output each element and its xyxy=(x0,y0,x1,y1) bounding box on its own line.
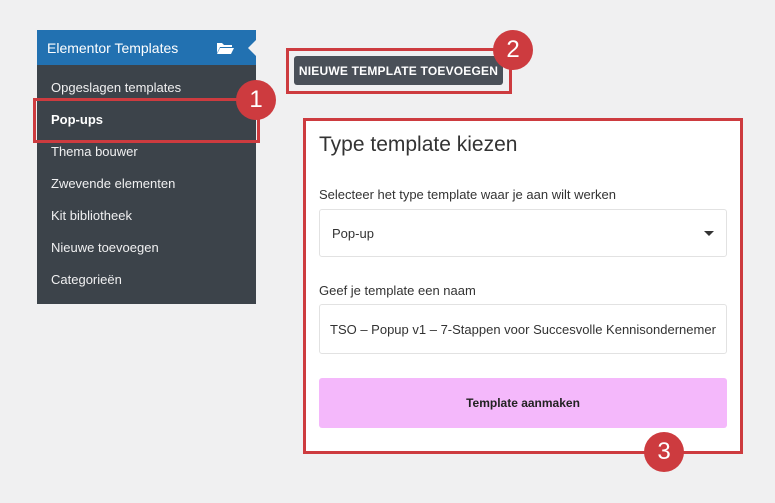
sidebar-item-kit-library[interactable]: Kit bibliotheek xyxy=(37,199,256,231)
sidebar-item-label: Categorieën xyxy=(51,271,122,287)
create-template-button[interactable]: Template aanmaken xyxy=(319,378,727,428)
template-name-label: Geef je template een naam xyxy=(319,283,476,298)
folder-open-icon xyxy=(217,42,234,54)
sidebar-header-label: Elementor Templates xyxy=(47,39,179,56)
sidebar-item-label: Thema bouwer xyxy=(51,143,138,159)
step-badge-2: 2 xyxy=(493,30,533,70)
sidebar-item-label: Kit bibliotheek xyxy=(51,207,132,223)
admin-sidebar: Elementor Templates Opgeslagen templates… xyxy=(37,30,256,304)
template-name-input[interactable] xyxy=(319,304,727,354)
sidebar-item-label: Nieuwe toevoegen xyxy=(51,239,159,255)
new-template-dialog: Type template kiezen Selecteer het type … xyxy=(306,121,740,451)
add-new-template-button[interactable]: NIEUWE TEMPLATE TOEVOEGEN xyxy=(294,56,503,85)
sidebar-item-add-new[interactable]: Nieuwe toevoegen xyxy=(37,231,256,263)
template-type-select[interactable]: Pop-up xyxy=(319,209,727,257)
sidebar-item-label: Zwevende elementen xyxy=(51,175,176,191)
sidebar-item-categories[interactable]: Categorieën xyxy=(37,263,256,295)
step-badge-1: 1 xyxy=(236,80,276,120)
sidebar-item-floating-elements[interactable]: Zwevende elementen xyxy=(37,167,256,199)
dialog-title: Type template kiezen xyxy=(319,133,518,156)
step-badge-3: 3 xyxy=(644,432,684,472)
highlight-popups xyxy=(33,98,260,143)
template-type-label: Selecteer het type template waar je aan … xyxy=(319,187,616,202)
sidebar-header[interactable]: Elementor Templates xyxy=(37,30,256,65)
caret-down-icon xyxy=(704,230,714,236)
sidebar-item-label: Opgeslagen templates xyxy=(51,79,182,95)
template-type-value: Pop-up xyxy=(332,225,374,241)
